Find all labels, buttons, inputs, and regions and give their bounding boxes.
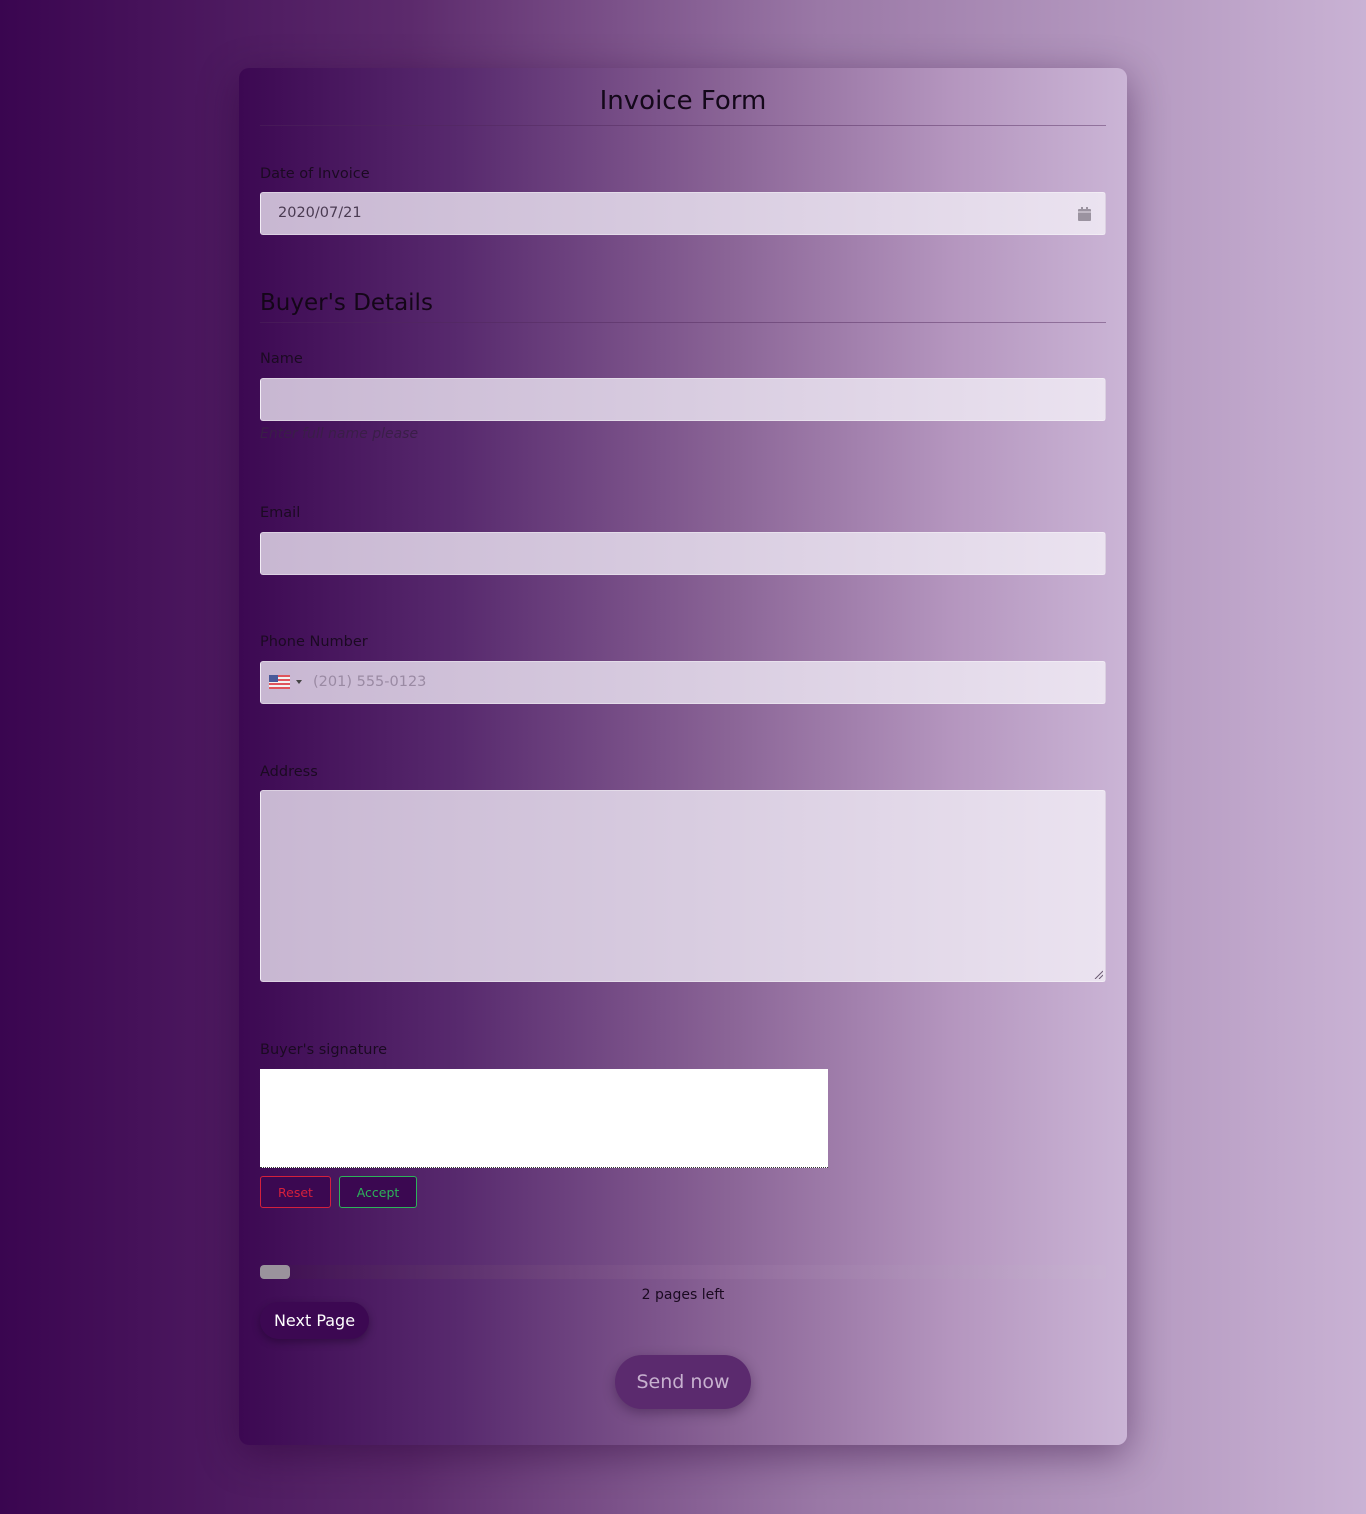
invoice-form-card: Invoice Form Date of Invoice 2020/07/21 … [239, 68, 1127, 1445]
progress-fill [260, 1265, 290, 1279]
address-label: Address [260, 764, 318, 780]
section-title-buyers-details: Buyer's Details [260, 290, 433, 316]
name-input[interactable] [260, 378, 1106, 421]
resize-handle-icon[interactable] [1094, 970, 1103, 979]
signature-label: Buyer's signature [260, 1042, 388, 1058]
phone-input[interactable]: (201) 555-0123 [260, 661, 1106, 704]
email-input[interactable] [260, 532, 1106, 575]
section-divider [260, 322, 1106, 323]
address-textarea[interactable] [260, 790, 1106, 982]
send-now-button[interactable]: Send now [615, 1355, 751, 1409]
name-hint: Enter full name please [260, 426, 419, 442]
name-label: Name [260, 351, 303, 367]
signature-pad[interactable] [260, 1069, 828, 1168]
chevron-down-icon [296, 680, 302, 684]
next-page-button[interactable]: Next Page [260, 1302, 369, 1339]
phone-placeholder: (201) 555-0123 [313, 674, 427, 690]
pages-left-text: 2 pages left [641, 1287, 725, 1303]
reset-signature-button[interactable]: Reset [260, 1176, 331, 1208]
country-selector[interactable] [269, 675, 302, 689]
email-label: Email [260, 505, 301, 521]
date-label: Date of Invoice [260, 166, 370, 182]
calendar-icon[interactable] [1078, 207, 1091, 221]
form-title: Invoice Form [599, 86, 767, 116]
title-divider [260, 125, 1106, 126]
phone-label: Phone Number [260, 634, 368, 650]
accept-signature-button[interactable]: Accept [339, 1176, 417, 1208]
us-flag-icon [269, 675, 290, 689]
progress-bar [260, 1265, 1106, 1279]
date-input[interactable]: 2020/07/21 [260, 192, 1106, 235]
date-value: 2020/07/21 [278, 205, 362, 221]
